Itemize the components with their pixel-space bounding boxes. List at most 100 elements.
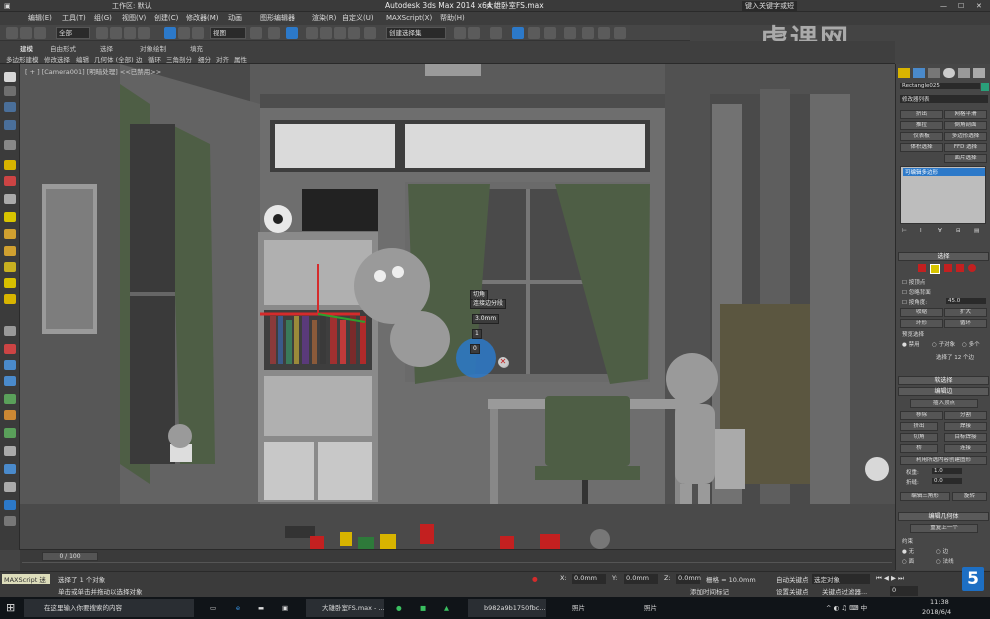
workspace-dropdown[interactable]: 工作区: 默认 bbox=[112, 0, 152, 12]
turn-button[interactable]: 旋转 bbox=[952, 492, 987, 501]
taskbar-app-photos-1[interactable]: 照片 bbox=[556, 599, 616, 617]
target-weld-button[interactable]: 目标焊接 bbox=[944, 433, 987, 442]
menu-customize[interactable]: 自定义(U) bbox=[342, 12, 374, 25]
edge-browser-icon[interactable]: e bbox=[236, 599, 240, 617]
align-icon[interactable] bbox=[468, 27, 480, 39]
add-time-tag-button[interactable]: 添加时间标记 bbox=[690, 586, 729, 596]
close-icon[interactable]: ✕ bbox=[976, 0, 982, 12]
select-object-icon[interactable] bbox=[96, 27, 108, 39]
weight-spinner[interactable]: 1.0 bbox=[932, 468, 962, 474]
pivot-center-icon[interactable] bbox=[250, 27, 262, 39]
x-coordinate-field[interactable]: 0.0mm bbox=[572, 574, 606, 584]
taskbar-app-photoshop[interactable]: b982a9b1750fbc... bbox=[468, 599, 546, 617]
ribbon-item-properties[interactable]: 属性 bbox=[234, 54, 247, 64]
ribbon-item-edges[interactable]: 边 bbox=[136, 54, 143, 64]
caddy-segments-field[interactable]: 1 bbox=[472, 329, 482, 339]
vol-select-modifier-button[interactable]: 体积选择 bbox=[900, 143, 943, 152]
graphite-toolbar-icon[interactable] bbox=[512, 27, 524, 39]
tool-icon-14[interactable] bbox=[4, 294, 16, 304]
help-search-input[interactable]: 键入关键字或短语 bbox=[742, 1, 797, 20]
display-tab-icon[interactable] bbox=[958, 68, 970, 78]
tool-icon-17[interactable] bbox=[4, 360, 16, 370]
tool-icon-3[interactable] bbox=[4, 102, 16, 112]
remove-modifier-icon[interactable]: ⊟ bbox=[956, 228, 961, 234]
make-unique-icon[interactable]: ∀ bbox=[938, 228, 942, 234]
tool-icon-11[interactable] bbox=[4, 246, 16, 256]
tool-icon-22[interactable] bbox=[4, 446, 16, 456]
grow-button[interactable]: 扩大 bbox=[944, 308, 987, 317]
tool-icon-20[interactable] bbox=[4, 410, 16, 420]
select-rotate-icon[interactable] bbox=[178, 27, 190, 39]
hierarchy-tab-icon[interactable] bbox=[928, 68, 940, 78]
ribbon-tab-freeform[interactable]: 自由形式 bbox=[50, 43, 76, 53]
maximize-icon[interactable]: ☐ bbox=[958, 0, 964, 12]
ribbon-item-align[interactable]: 对齐 bbox=[216, 54, 229, 64]
ribbon-item-geometry-all[interactable]: 几何体 (全部) bbox=[94, 54, 134, 64]
vertex-level-icon[interactable] bbox=[918, 264, 926, 272]
tool-icon-8[interactable] bbox=[4, 194, 16, 204]
menu-views[interactable]: 视图(V) bbox=[122, 12, 146, 25]
wechat-icon[interactable]: ● bbox=[396, 599, 402, 617]
time-slider[interactable]: 0 / 100 bbox=[20, 549, 895, 571]
remove-button[interactable]: 移除 bbox=[900, 411, 943, 420]
repeat-last-button[interactable]: 重复上一个 bbox=[910, 524, 978, 533]
pin-stack-icon[interactable]: ⊢ bbox=[902, 228, 907, 234]
menu-rendering[interactable]: 渲染(R) bbox=[312, 12, 336, 25]
caddy-cancel-icon[interactable]: ✕ bbox=[498, 357, 508, 367]
set-key-button[interactable]: 设置关键点 bbox=[776, 586, 809, 596]
angle-spinner[interactable]: 45.0 bbox=[946, 298, 986, 304]
tool-icon-4[interactable] bbox=[4, 120, 16, 130]
window-crossing-icon[interactable] bbox=[138, 27, 150, 39]
menu-tools[interactable]: 工具(T) bbox=[62, 12, 86, 25]
caddy-tension-field[interactable]: 0 bbox=[470, 344, 480, 354]
edit-named-selection-icon[interactable] bbox=[364, 27, 376, 39]
ignore-backfacing-checkbox[interactable]: ☐ 忽略背面 bbox=[902, 288, 931, 296]
ribbon-item-loops[interactable]: 循环 bbox=[148, 54, 161, 64]
split-button[interactable]: 分割 bbox=[944, 411, 987, 420]
border-level-icon[interactable] bbox=[944, 264, 952, 272]
constraint-none-radio[interactable]: ● 无 bbox=[902, 547, 914, 555]
tool-icon-23[interactable] bbox=[4, 464, 16, 474]
selection-rollout[interactable]: 选择 bbox=[898, 252, 989, 261]
menu-edit[interactable]: 编辑(E) bbox=[28, 12, 52, 25]
object-color-swatch[interactable] bbox=[981, 83, 989, 91]
menu-animation[interactable]: 动画 bbox=[228, 12, 242, 25]
by-vertex-checkbox[interactable]: ☐ 按顶点 bbox=[902, 278, 925, 286]
tool-icon-10[interactable] bbox=[4, 229, 16, 239]
tool-icon-21[interactable] bbox=[4, 428, 16, 438]
shrink-button[interactable]: 收缩 bbox=[900, 308, 943, 317]
key-filters-button[interactable]: 关键点过滤器... bbox=[822, 586, 867, 596]
select-by-name-icon[interactable] bbox=[110, 27, 122, 39]
weld-button[interactable]: 焊接 bbox=[944, 422, 987, 431]
menu-modifiers[interactable]: 修改器(M) bbox=[186, 12, 219, 25]
app-icon[interactable]: ▲ bbox=[444, 599, 449, 617]
render-production-icon[interactable] bbox=[614, 27, 626, 39]
create-shape-button[interactable]: 利用所选内容创建图形 bbox=[900, 456, 987, 465]
edge-level-icon[interactable] bbox=[930, 264, 940, 274]
push-modifier-button[interactable]: 推拉 bbox=[900, 121, 943, 130]
configure-sets-icon[interactable]: ▤ bbox=[974, 228, 979, 234]
edit-edges-rollout[interactable]: 编辑边 bbox=[898, 387, 989, 396]
modifier-list-dropdown[interactable]: 修改器列表 bbox=[900, 95, 988, 103]
clock-date[interactable]: 2018/6/4 bbox=[922, 607, 951, 618]
tool-icon-13[interactable] bbox=[4, 278, 16, 288]
menu-group[interactable]: 组(G) bbox=[94, 12, 112, 25]
lock-selection-icon[interactable]: ● bbox=[532, 575, 538, 583]
menu-maxscript[interactable]: MAXScript(X) bbox=[386, 12, 432, 25]
by-angle-checkbox[interactable]: ☐ 按角度: bbox=[902, 298, 927, 306]
utilities-tab-icon[interactable] bbox=[973, 68, 985, 78]
soft-selection-rollout[interactable]: 软选择 bbox=[898, 376, 989, 385]
extrude-modifier-button[interactable]: 挤出 bbox=[900, 110, 943, 119]
layer-manager-icon[interactable] bbox=[490, 27, 502, 39]
task-view-icon[interactable]: ▭ bbox=[210, 599, 216, 617]
tool-icon-6[interactable] bbox=[4, 160, 16, 170]
key-mode-dropdown[interactable]: 选定对象 bbox=[812, 574, 870, 584]
modifier-stack[interactable]: 可编辑多边形 bbox=[900, 166, 986, 224]
dashboard-modifier-button[interactable]: 仪表板 bbox=[900, 132, 943, 141]
minimize-icon[interactable]: — bbox=[940, 0, 947, 12]
constraint-normal-radio[interactable]: ○ 法线 bbox=[936, 557, 954, 565]
tool-icon-9[interactable] bbox=[4, 212, 16, 222]
crease-spinner[interactable]: 0.0 bbox=[932, 478, 962, 484]
menu-help[interactable]: 帮助(H) bbox=[440, 12, 465, 25]
tool-icon-18[interactable] bbox=[4, 376, 16, 386]
